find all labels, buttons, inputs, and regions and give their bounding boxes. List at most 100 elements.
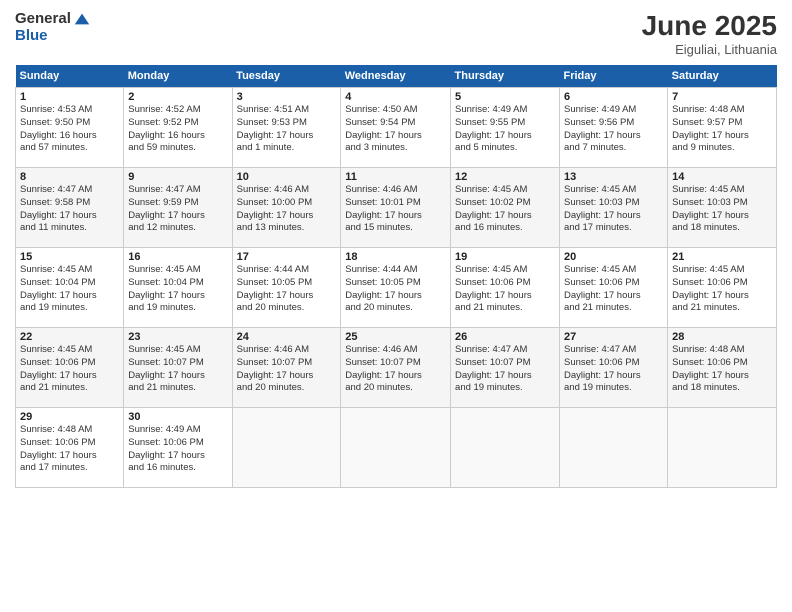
day-number: 10 (237, 171, 337, 183)
day-number: 6 (564, 91, 663, 103)
day-info: Sunrise: 4:44 AM Sunset: 10:05 PM Daylig… (237, 264, 337, 315)
day-info: Sunrise: 4:45 AM Sunset: 10:03 PM Daylig… (672, 184, 772, 235)
day-number: 23 (128, 331, 227, 343)
day-info: Sunrise: 4:47 AM Sunset: 10:07 PM Daylig… (455, 344, 555, 395)
day-number: 21 (672, 251, 772, 263)
day-info: Sunrise: 4:45 AM Sunset: 10:03 PM Daylig… (564, 184, 663, 235)
header-day-wednesday: Wednesday (341, 65, 451, 88)
day-info: Sunrise: 4:51 AM Sunset: 9:53 PM Dayligh… (237, 104, 337, 155)
day-number: 11 (345, 171, 446, 183)
day-cell-7: 7Sunrise: 4:48 AM Sunset: 9:57 PM Daylig… (668, 88, 777, 168)
header-row: SundayMondayTuesdayWednesdayThursdayFrid… (16, 65, 777, 88)
day-number: 9 (128, 171, 227, 183)
day-cell-21: 21Sunrise: 4:45 AM Sunset: 10:06 PM Dayl… (668, 248, 777, 328)
day-number: 17 (237, 251, 337, 263)
day-number: 30 (128, 411, 227, 423)
day-cell-17: 17Sunrise: 4:44 AM Sunset: 10:05 PM Dayl… (232, 248, 341, 328)
month-title: June 2025 (642, 10, 777, 42)
day-cell-8: 8Sunrise: 4:47 AM Sunset: 9:58 PM Daylig… (16, 168, 124, 248)
day-cell-2: 2Sunrise: 4:52 AM Sunset: 9:52 PM Daylig… (124, 88, 232, 168)
day-cell-16: 16Sunrise: 4:45 AM Sunset: 10:04 PM Dayl… (124, 248, 232, 328)
day-cell-14: 14Sunrise: 4:45 AM Sunset: 10:03 PM Dayl… (668, 168, 777, 248)
logo-general-text: General (15, 11, 71, 28)
day-number: 4 (345, 91, 446, 103)
day-number: 13 (564, 171, 663, 183)
day-info: Sunrise: 4:46 AM Sunset: 10:01 PM Daylig… (345, 184, 446, 235)
empty-cell (232, 408, 341, 488)
day-cell-5: 5Sunrise: 4:49 AM Sunset: 9:55 PM Daylig… (451, 88, 560, 168)
day-cell-22: 22Sunrise: 4:45 AM Sunset: 10:06 PM Dayl… (16, 328, 124, 408)
header-day-sunday: Sunday (16, 65, 124, 88)
header-day-thursday: Thursday (451, 65, 560, 88)
day-cell-11: 11Sunrise: 4:46 AM Sunset: 10:01 PM Dayl… (341, 168, 451, 248)
day-info: Sunrise: 4:50 AM Sunset: 9:54 PM Dayligh… (345, 104, 446, 155)
day-number: 25 (345, 331, 446, 343)
day-info: Sunrise: 4:45 AM Sunset: 10:06 PM Daylig… (564, 264, 663, 315)
day-cell-1: 1Sunrise: 4:53 AM Sunset: 9:50 PM Daylig… (16, 88, 124, 168)
day-number: 29 (20, 411, 119, 423)
week-row-4: 22Sunrise: 4:45 AM Sunset: 10:06 PM Dayl… (16, 328, 777, 408)
week-row-3: 15 Sunrise: 4:45 AM Sunset: 10:04 PM Dayl… (16, 248, 777, 328)
day-cell-12: 12Sunrise: 4:45 AM Sunset: 10:02 PM Dayl… (451, 168, 560, 248)
header-day-tuesday: Tuesday (232, 65, 341, 88)
day-cell-10: 10Sunrise: 4:46 AM Sunset: 10:00 PM Dayl… (232, 168, 341, 248)
day-cell-4: 4Sunrise: 4:50 AM Sunset: 9:54 PM Daylig… (341, 88, 451, 168)
day-cell-15: 15Sunrise: 4:45 AM Sunset: 10:04 PM Dayl… (16, 248, 124, 328)
header-day-friday: Friday (560, 65, 668, 88)
day-cell-20: 20Sunrise: 4:45 AM Sunset: 10:06 PM Dayl… (560, 248, 668, 328)
day-cell-30: 30Sunrise: 4:49 AM Sunset: 10:06 PM Dayl… (124, 408, 232, 488)
logo-blue-text: Blue (15, 28, 91, 45)
day-info: Sunrise: 4:52 AM Sunset: 9:52 PM Dayligh… (128, 104, 227, 155)
header-day-saturday: Saturday (668, 65, 777, 88)
week-row-1: 1Sunrise: 4:53 AM Sunset: 9:50 PM Daylig… (16, 88, 777, 168)
day-number: 8 (20, 171, 119, 183)
week-row-5: 29Sunrise: 4:48 AM Sunset: 10:06 PM Dayl… (16, 408, 777, 488)
day-info: Sunrise: 4:46 AM Sunset: 10:00 PM Daylig… (237, 184, 337, 235)
day-number: 27 (564, 331, 663, 343)
header-day-monday: Monday (124, 65, 232, 88)
day-info: Sunrise: 4:48 AM Sunset: 10:06 PM Daylig… (20, 424, 119, 475)
day-info: Sunrise: 4:45 AM Sunset: 10:04 PM Daylig… (128, 264, 227, 315)
day-info: Sunrise: 4:48 AM Sunset: 9:57 PM Dayligh… (672, 104, 772, 155)
day-info: Sunrise: 4:44 AM Sunset: 10:05 PM Daylig… (345, 264, 446, 315)
empty-cell (451, 408, 560, 488)
logo: General Blue (15, 10, 91, 45)
day-cell-28: 28Sunrise: 4:48 AM Sunset: 10:06 PM Dayl… (668, 328, 777, 408)
day-number: 14 (672, 171, 772, 183)
empty-cell (341, 408, 451, 488)
day-cell-27: 27Sunrise: 4:47 AM Sunset: 10:06 PM Dayl… (560, 328, 668, 408)
day-number: 7 (672, 91, 772, 103)
day-number: 15 (20, 251, 119, 263)
empty-cell (668, 408, 777, 488)
empty-cell (560, 408, 668, 488)
day-number: 3 (237, 91, 337, 103)
day-info: Sunrise: 4:46 AM Sunset: 10:07 PM Daylig… (237, 344, 337, 395)
calendar-page: General Blue June 2025 Eiguliai, Lithuan… (0, 0, 792, 612)
day-cell-9: 9Sunrise: 4:47 AM Sunset: 9:59 PM Daylig… (124, 168, 232, 248)
day-info: Sunrise: 4:45 AM Sunset: 10:02 PM Daylig… (455, 184, 555, 235)
day-cell-18: 18Sunrise: 4:44 AM Sunset: 10:05 PM Dayl… (341, 248, 451, 328)
day-info: Sunrise: 4:45 AM Sunset: 10:07 PM Daylig… (128, 344, 227, 395)
day-info: Sunrise: 4:45 AM Sunset: 10:06 PM Daylig… (455, 264, 555, 315)
day-cell-26: 26Sunrise: 4:47 AM Sunset: 10:07 PM Dayl… (451, 328, 560, 408)
day-cell-29: 29Sunrise: 4:48 AM Sunset: 10:06 PM Dayl… (16, 408, 124, 488)
day-number: 22 (20, 331, 119, 343)
day-cell-13: 13Sunrise: 4:45 AM Sunset: 10:03 PM Dayl… (560, 168, 668, 248)
header: General Blue June 2025 Eiguliai, Lithuan… (15, 10, 777, 57)
day-number: 16 (128, 251, 227, 263)
day-number: 20 (564, 251, 663, 263)
day-number: 12 (455, 171, 555, 183)
day-info: Sunrise: 4:49 AM Sunset: 10:06 PM Daylig… (128, 424, 227, 475)
day-info: Sunrise: 4:47 AM Sunset: 10:06 PM Daylig… (564, 344, 663, 395)
day-info: Sunrise: 4:47 AM Sunset: 9:58 PM Dayligh… (20, 184, 119, 235)
day-cell-19: 19Sunrise: 4:45 AM Sunset: 10:06 PM Dayl… (451, 248, 560, 328)
day-number: 5 (455, 91, 555, 103)
day-number: 1 (20, 91, 119, 103)
day-info: Sunrise: 4:48 AM Sunset: 10:06 PM Daylig… (672, 344, 772, 395)
day-info: Sunrise: 4:45 AM Sunset: 10:06 PM Daylig… (20, 344, 119, 395)
day-info: Sunrise: 4:49 AM Sunset: 9:55 PM Dayligh… (455, 104, 555, 155)
day-info: Sunrise: 4:49 AM Sunset: 9:56 PM Dayligh… (564, 104, 663, 155)
day-number: 26 (455, 331, 555, 343)
day-cell-24: 24Sunrise: 4:46 AM Sunset: 10:07 PM Dayl… (232, 328, 341, 408)
day-number: 19 (455, 251, 555, 263)
